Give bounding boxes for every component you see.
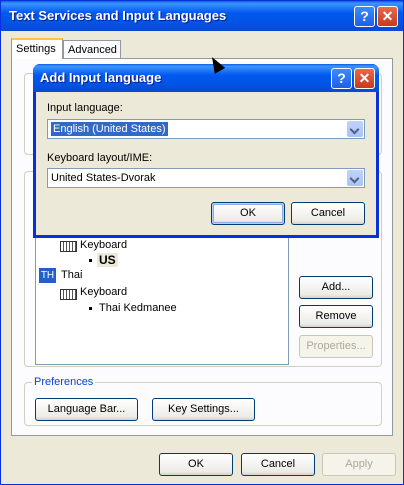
keyboard-layout-label: Keyboard layout/IME:	[47, 152, 153, 164]
list-item[interactable]: US	[97, 253, 118, 267]
dialog-body: Input language: English (United States) …	[36, 92, 376, 235]
language-badge: TH	[39, 268, 56, 283]
tab-advanced[interactable]: Advanced	[63, 40, 121, 59]
input-language-label: Input language:	[47, 102, 123, 114]
keyboard-layout-select[interactable]: United States-Dvorak	[47, 168, 365, 188]
list-item[interactable]: Keyboard	[80, 286, 127, 298]
close-button[interactable]: ✕	[377, 6, 398, 27]
installed-services-list[interactable]: Keyboard US TH Thai Keyboard Thai Kedman…	[35, 237, 289, 365]
add-button[interactable]: Add...	[299, 276, 373, 299]
preferences-label: Preferences	[32, 376, 96, 388]
list-item[interactable]: Keyboard	[80, 239, 127, 251]
keyboard-icon	[60, 241, 77, 252]
dialog-help-button[interactable]: ?	[331, 68, 352, 89]
bullet-icon	[89, 259, 92, 262]
chevron-down-icon[interactable]	[347, 170, 363, 186]
input-language-value: English (United States)	[51, 122, 168, 136]
input-language-select[interactable]: English (United States)	[47, 119, 365, 139]
key-settings-button[interactable]: Key Settings...	[152, 398, 255, 421]
dialog-title-bar[interactable]: Add Input language ? ✕	[33, 64, 379, 92]
dialog-ok-button[interactable]: OK	[211, 202, 285, 225]
language-bar-button[interactable]: Language Bar...	[35, 398, 138, 421]
add-input-language-dialog: Add Input language ? ✕ Input language: E…	[33, 64, 379, 238]
bullet-icon	[89, 307, 92, 310]
apply-button[interactable]: Apply	[322, 453, 396, 476]
tab-settings[interactable]: Settings	[11, 38, 63, 59]
cancel-button[interactable]: Cancel	[241, 453, 315, 476]
properties-button[interactable]: Properties...	[299, 335, 373, 358]
ok-button[interactable]: OK	[159, 453, 233, 476]
dialog-title: Add Input language	[40, 70, 162, 85]
keyboard-icon	[60, 289, 77, 300]
dialog-close-button[interactable]: ✕	[354, 68, 375, 89]
window-title: Text Services and Input Languages	[9, 8, 227, 23]
keyboard-layout-value: United States-Dvorak	[51, 172, 156, 184]
chevron-down-icon[interactable]	[347, 121, 363, 137]
help-button[interactable]: ?	[354, 6, 375, 27]
list-item[interactable]: Thai Kedmanee	[99, 302, 177, 314]
remove-button[interactable]: Remove	[299, 305, 373, 328]
dialog-cancel-button[interactable]: Cancel	[291, 202, 365, 225]
title-bar[interactable]: Text Services and Input Languages ? ✕	[1, 1, 403, 31]
list-item[interactable]: Thai	[61, 269, 82, 281]
